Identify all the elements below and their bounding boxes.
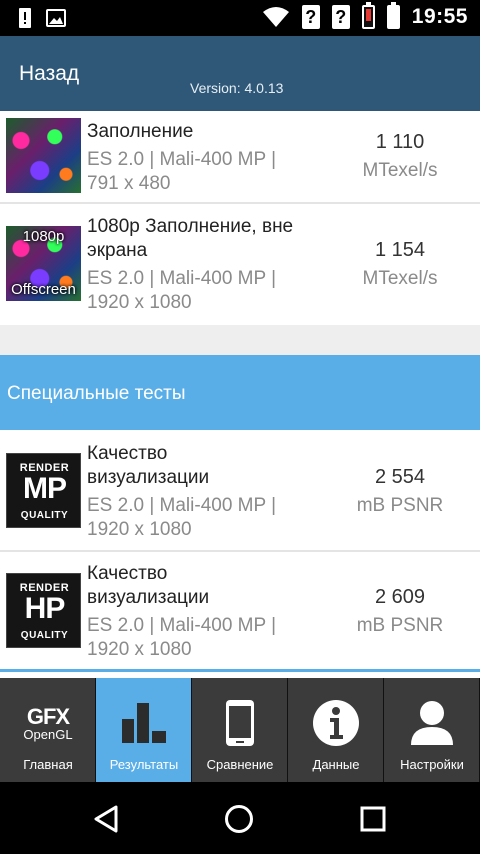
test-score: 1 110 <box>375 131 425 153</box>
render-quality-hp-badge: RENDER HP QUALITY <box>6 573 81 648</box>
badge-big-text: MP <box>23 472 67 505</box>
info-icon <box>288 698 384 748</box>
results-list[interactable]: Заполнение ES 2.0 | Mali-400 MP | 791 x … <box>0 111 480 678</box>
system-navigation-bar <box>0 782 480 854</box>
nav-home[interactable]: GFX OpenGL Главная <box>0 678 96 782</box>
test-api: ES 2.0 | Mali-400 MP | <box>87 615 277 636</box>
badge-bottom-text: QUALITY <box>20 510 69 521</box>
badge-bottom-text: QUALITY <box>20 630 69 641</box>
nav-data[interactable]: Данные <box>288 678 384 782</box>
wifi-icon <box>262 7 289 27</box>
nav-label: Настройки <box>400 757 464 772</box>
test-resolution: 791 x 480 <box>87 173 171 194</box>
battery-icon <box>386 2 400 29</box>
nav-label: Результаты <box>109 757 179 772</box>
list-spacer <box>0 325 480 355</box>
test-score: 1 154 <box>374 239 426 261</box>
clock: 19:55 <box>411 5 468 28</box>
bottom-navigation: GFX OpenGL Главная Результаты Сравнение <box>0 678 480 782</box>
section-header: Специальные тесты <box>0 355 480 430</box>
nav-label: Сравнение <box>206 757 274 772</box>
nav-settings[interactable]: Настройки <box>384 678 480 782</box>
test-api: ES 2.0 | Mali-400 MP | <box>87 268 277 289</box>
test-title: 1080p Заполнение, вне <box>87 216 294 237</box>
test-title: Заполнение <box>87 121 194 142</box>
test-score: 2 554 <box>374 466 426 488</box>
badge-big-text: HP <box>24 592 66 625</box>
result-row[interactable]: RENDER MP QUALITY Качество визуализации … <box>0 430 480 552</box>
nav-results[interactable]: Результаты <box>96 678 192 782</box>
gfx-logo-subtext: OpenGL <box>23 726 73 742</box>
test-unit: MTexel/s <box>362 160 438 181</box>
test-resolution: 1920 x 1080 <box>87 292 192 313</box>
nav-compare[interactable]: Сравнение <box>192 678 288 782</box>
battery-low-icon <box>361 2 375 29</box>
test-api: ES 2.0 | Mali-400 MP | <box>87 149 277 170</box>
test-resolution: 1920 x 1080 <box>87 639 192 660</box>
result-row[interactable]: RENDER HP QUALITY Качество визуализации … <box>0 552 480 672</box>
sim-unknown-icon: ? <box>301 5 320 29</box>
test-unit: mB PSNR <box>356 495 444 516</box>
sim-unknown-icon: ? <box>331 5 350 29</box>
user-icon <box>384 698 480 748</box>
image-icon <box>46 9 66 27</box>
test-title-line2: экрана <box>87 240 148 261</box>
home-circle-icon[interactable] <box>224 804 254 834</box>
bar-chart-icon <box>96 698 192 748</box>
test-title-line2: визуализации <box>87 587 210 608</box>
test-api: ES 2.0 | Mali-400 MP | <box>87 495 277 516</box>
render-quality-mp-badge: RENDER MP QUALITY <box>6 453 81 528</box>
test-title: Качество <box>87 443 168 464</box>
alert-icon <box>19 8 31 28</box>
status-bar: ? ? 19:55 <box>0 0 480 36</box>
gfx-logo-icon: GFX OpenGL <box>0 698 96 748</box>
test-title: Качество <box>87 563 168 584</box>
fill-test-thumbnail <box>6 118 81 193</box>
section-title: Специальные тесты <box>7 383 186 404</box>
test-title-line2: визуализации <box>87 467 210 488</box>
result-row[interactable]: Заполнение ES 2.0 | Mali-400 MP | 791 x … <box>0 111 480 204</box>
recents-square-icon[interactable] <box>360 806 386 832</box>
thumbnail-caption-top: 1080p <box>22 228 65 245</box>
test-score: 2 609 <box>374 586 426 608</box>
test-unit: mB PSNR <box>356 615 444 636</box>
test-resolution: 1920 x 1080 <box>87 519 192 540</box>
nav-label: Главная <box>23 757 73 772</box>
phone-icon <box>192 698 288 748</box>
nav-label: Данные <box>312 757 360 772</box>
result-row[interactable]: 1080p Offscreen 1080p Заполнение, вне эк… <box>0 204 480 325</box>
app-header: Назад Version: 4.0.13 <box>0 36 480 111</box>
offscreen-fill-test-thumbnail: 1080p Offscreen <box>6 226 81 301</box>
version-label: Version: 4.0.13 <box>190 80 284 96</box>
back-triangle-icon[interactable] <box>92 804 120 834</box>
thumbnail-caption-bottom: Offscreen <box>11 281 76 298</box>
gfx-logo-text: GFX <box>26 703 70 729</box>
back-button[interactable]: Назад <box>19 62 79 86</box>
test-unit: MTexel/s <box>362 268 438 289</box>
